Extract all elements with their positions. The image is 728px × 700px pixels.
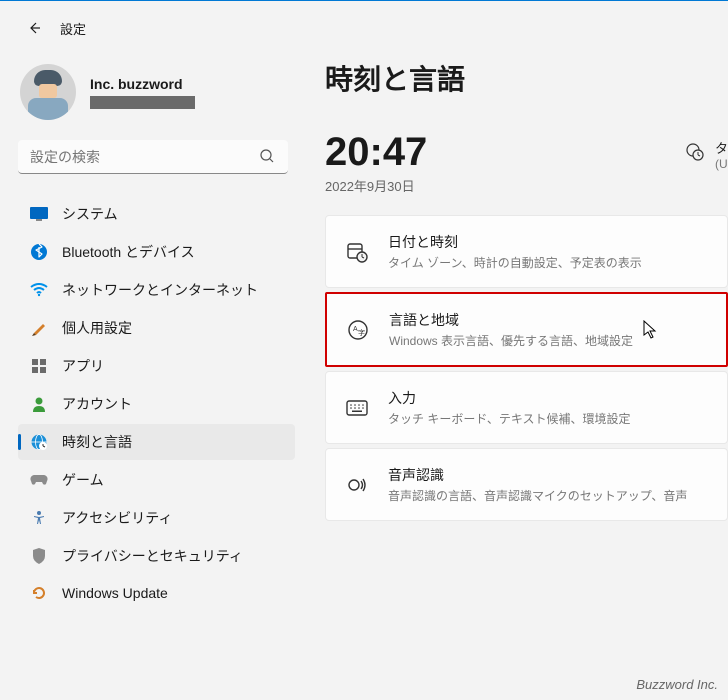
apps-icon xyxy=(30,357,48,375)
nav-label: 時刻と言語 xyxy=(62,432,132,452)
world-clock-label: タ xyxy=(715,138,728,157)
card-subtitle: Windows 表示言語、優先する言語、地域設定 xyxy=(389,332,706,349)
bluetooth-icon xyxy=(30,243,48,261)
card-input[interactable]: 入力 タッチ キーボード、テキスト候補、環境設定 xyxy=(325,371,728,444)
search-input[interactable] xyxy=(18,140,288,174)
nav-item-accounts[interactable]: アカウント xyxy=(18,386,295,422)
user-profile[interactable]: Inc. buzzword xyxy=(18,64,295,120)
language-icon: A字 xyxy=(347,319,369,341)
arrow-left-icon xyxy=(26,20,42,36)
nav-item-network[interactable]: ネットワークとインターネット xyxy=(18,272,295,308)
speech-icon xyxy=(346,474,368,496)
update-icon xyxy=(30,584,48,602)
card-subtitle: タイム ゾーン、時計の自動設定、予定表の表示 xyxy=(388,254,707,271)
page-title: 時刻と言語 xyxy=(325,58,728,98)
nav-item-privacy[interactable]: プライバシーとセキュリティ xyxy=(18,538,295,574)
accessibility-icon xyxy=(30,509,48,527)
world-clock-icon xyxy=(685,142,705,167)
main-content: 時刻と言語 20:47 2022年9月30日 タ (U xyxy=(305,48,728,698)
nav-label: アクセシビリティ xyxy=(62,508,172,528)
watermark: Buzzword Inc. xyxy=(636,677,718,692)
shield-icon xyxy=(30,547,48,565)
sidebar: Inc. buzzword システム Bluetooth とデバイス ネットワー… xyxy=(0,48,305,698)
header-title: 設定 xyxy=(60,19,86,38)
card-title: 音声認識 xyxy=(388,465,707,485)
current-time: 20:47 xyxy=(325,132,427,172)
card-subtitle: タッチ キーボード、テキスト候補、環境設定 xyxy=(388,410,707,427)
nav-item-gaming[interactable]: ゲーム xyxy=(18,462,295,498)
brush-icon xyxy=(30,319,48,337)
keyboard-icon xyxy=(346,397,368,419)
wifi-icon xyxy=(30,281,48,299)
nav-list: システム Bluetooth とデバイス ネットワークとインターネット 個人用設… xyxy=(18,196,295,610)
system-icon xyxy=(30,205,48,223)
card-language-region[interactable]: A字 言語と地域 Windows 表示言語、優先する言語、地域設定 xyxy=(325,292,728,367)
back-button[interactable] xyxy=(24,18,44,38)
nav-item-time-language[interactable]: 時刻と言語 xyxy=(18,424,295,460)
current-date: 2022年9月30日 xyxy=(325,176,427,195)
gamepad-icon xyxy=(30,471,48,489)
card-speech[interactable]: 音声認識 音声認識の言語、音声認識マイクのセットアップ、音声 xyxy=(325,448,728,521)
nav-item-personalization[interactable]: 個人用設定 xyxy=(18,310,295,346)
card-date-time[interactable]: 日付と時刻 タイム ゾーン、時計の自動設定、予定表の表示 xyxy=(325,215,728,288)
nav-label: アプリ xyxy=(62,356,104,376)
nav-item-bluetooth[interactable]: Bluetooth とデバイス xyxy=(18,234,295,270)
calendar-clock-icon xyxy=(346,241,368,263)
world-clock[interactable]: タ (U xyxy=(685,138,728,171)
nav-label: プライバシーとセキュリティ xyxy=(62,546,243,566)
card-subtitle: 音声認識の言語、音声認識マイクのセットアップ、音声 xyxy=(388,487,707,504)
profile-email-redacted xyxy=(90,96,195,109)
card-title: 入力 xyxy=(388,388,707,408)
nav-label: ネットワークとインターネット xyxy=(62,280,258,300)
globe-clock-icon xyxy=(30,433,48,451)
nav-label: システム xyxy=(62,204,118,224)
nav-item-system[interactable]: システム xyxy=(18,196,295,232)
person-icon xyxy=(30,395,48,413)
avatar xyxy=(20,64,76,120)
card-title: 言語と地域 xyxy=(389,310,706,330)
profile-name: Inc. buzzword xyxy=(90,76,195,92)
nav-label: ゲーム xyxy=(62,470,104,490)
nav-label: Windows Update xyxy=(62,585,168,601)
nav-label: Bluetooth とデバイス xyxy=(62,242,195,262)
nav-label: アカウント xyxy=(62,394,132,414)
card-title: 日付と時刻 xyxy=(388,232,707,252)
nav-label: 個人用設定 xyxy=(62,318,132,338)
nav-item-accessibility[interactable]: アクセシビリティ xyxy=(18,500,295,536)
nav-item-windows-update[interactable]: Windows Update xyxy=(18,576,295,610)
nav-item-apps[interactable]: アプリ xyxy=(18,348,295,384)
svg-text:字: 字 xyxy=(358,328,365,337)
world-clock-sub: (U xyxy=(715,157,728,171)
